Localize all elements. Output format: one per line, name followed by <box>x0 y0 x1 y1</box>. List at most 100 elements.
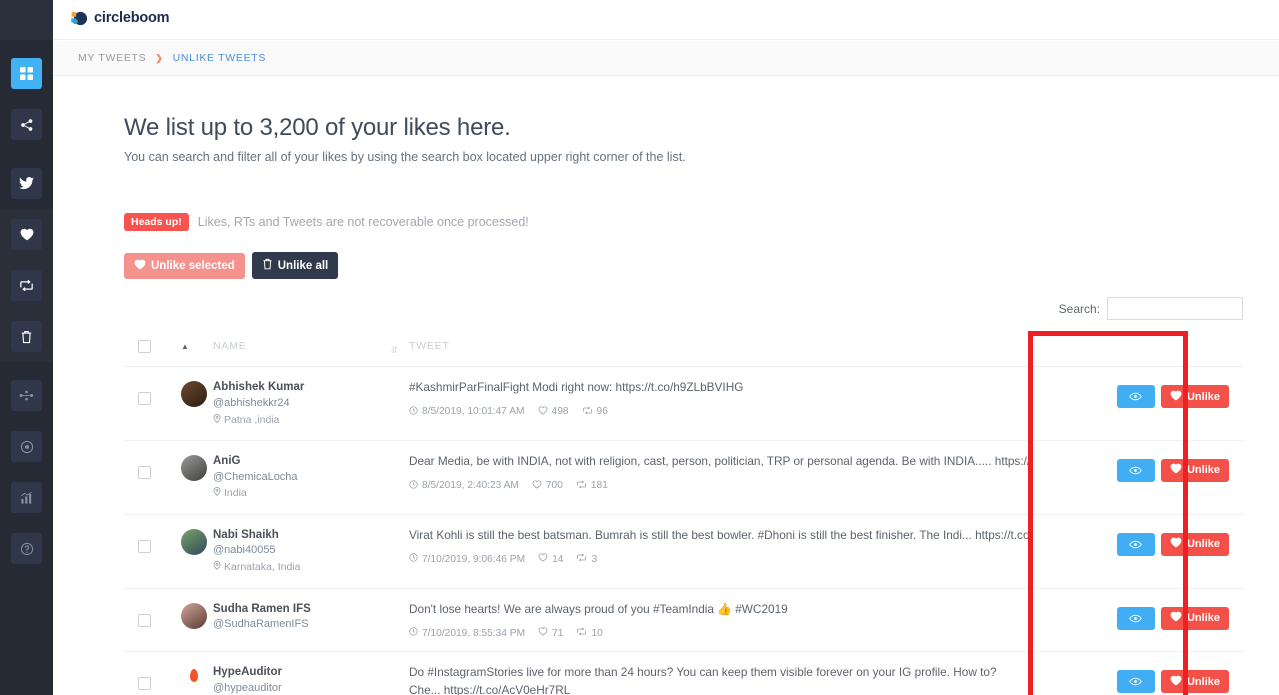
tweet-likes-count: 498 <box>551 406 569 418</box>
tweet-meta: 8/5/2019, 10:01:47 AM 498 96 <box>409 406 1029 418</box>
retweet-icon <box>11 270 42 301</box>
view-tweet-button[interactable] <box>1116 458 1155 482</box>
header-name-label: NAME <box>213 340 247 352</box>
user-location: Karnataka, India <box>213 559 409 575</box>
row-checkbox[interactable] <box>138 465 151 479</box>
avatar[interactable] <box>181 454 207 481</box>
user-name: Abhishek Kumar <box>213 381 305 393</box>
header-name[interactable]: NAME ⇵ <box>213 332 409 367</box>
unlike-row-button[interactable]: Unlike <box>1160 670 1229 694</box>
sidebar-item-target[interactable] <box>0 421 53 472</box>
view-tweet-button[interactable] <box>1116 532 1155 556</box>
app-root: circleboom MY TWEETS ❯ UNLIKE TWEETS We … <box>0 0 1279 695</box>
row-select-cell <box>124 514 181 589</box>
table-row: AniG @ChemicaLocha India Dear Media, be wit… <box>124 440 1243 515</box>
sidebar-group-twitter <box>0 150 53 209</box>
row-select-cell <box>124 440 181 515</box>
search-label: Search: <box>1058 301 1100 316</box>
breadcrumb: MY TWEETS ❯ UNLIKE TWEETS <box>53 41 1279 76</box>
row-checkbox[interactable] <box>138 677 151 691</box>
tweet-text: Don't lose hearts! We are always proud o… <box>409 601 788 616</box>
user-location: Patna ,india <box>213 412 409 428</box>
row-tweet-cell: Do #InstagramStories live for more than … <box>409 651 1029 695</box>
location-pin-icon <box>213 559 221 575</box>
sidebar-item-analytics[interactable] <box>0 472 53 523</box>
heart-icon <box>538 553 548 565</box>
twitter-bird-icon <box>11 168 42 199</box>
heart-icon <box>538 406 548 418</box>
row-avatar-cell <box>181 366 213 441</box>
sidebar-item-dashboard[interactable] <box>0 48 53 99</box>
row-select-cell <box>124 366 181 441</box>
table-head: ▲ NAME ⇵ TWEET <box>124 332 1243 367</box>
sidebar-item-help[interactable] <box>0 523 53 574</box>
brand-logo[interactable]: circleboom <box>69 8 170 28</box>
tweet-likes: 498 <box>538 406 569 418</box>
row-avatar-cell <box>181 588 213 653</box>
tweet-retweets: 3 <box>576 553 597 565</box>
header-select-all <box>124 332 181 367</box>
search-area: Search: <box>53 297 1279 320</box>
header-sort[interactable]: ▲ <box>181 332 213 367</box>
trash-icon <box>11 321 42 352</box>
unlike-row-button[interactable]: Unlike <box>1160 458 1229 482</box>
network-icon <box>11 380 42 411</box>
row-checkbox[interactable] <box>138 613 151 627</box>
row-checkbox[interactable] <box>138 392 151 405</box>
select-all-checkbox[interactable] <box>138 340 151 353</box>
view-tweet-button[interactable] <box>1116 670 1155 694</box>
unlike-row-label: Unlike <box>1186 675 1220 688</box>
unlike-row-label: Unlike <box>1186 464 1220 477</box>
bar-chart-icon <box>11 482 42 513</box>
user-handle[interactable]: @nabi40055 <box>213 543 409 559</box>
unlike-row-button[interactable]: Unlike <box>1160 606 1229 630</box>
page-header: We list up to 3,200 of your likes here. … <box>53 76 1279 164</box>
heart-icon <box>1170 537 1182 551</box>
row-actions-cell: Unlike <box>1029 651 1243 695</box>
unlike-selected-button[interactable]: Unlike selected <box>124 252 245 279</box>
tweet-retweets-count: 181 <box>590 480 608 492</box>
row-checkbox[interactable] <box>138 539 151 553</box>
row-tweet-cell: Virat Kohli is still the best batsman. B… <box>409 514 1029 589</box>
tweet-retweets: 181 <box>576 480 608 492</box>
sidebar-item-network[interactable] <box>0 370 53 421</box>
tweet-text: #KashmirParFinalFight Modi right now: ht… <box>409 380 744 394</box>
sidebar-item-twitter[interactable] <box>0 158 53 209</box>
user-location-text: India <box>224 487 247 500</box>
user-handle[interactable]: @ChemicaLocha <box>213 470 409 486</box>
view-tweet-button[interactable] <box>1116 385 1155 408</box>
avatar[interactable] <box>181 666 207 693</box>
unlike-all-button[interactable]: Unlike all <box>251 252 339 279</box>
header-tweet[interactable]: TWEET <box>409 332 1029 367</box>
user-handle[interactable]: @abhishekkr24 <box>213 396 409 412</box>
table-row: Abhishek Kumar @abhishekkr24 Patna ,india #… <box>124 366 1243 441</box>
breadcrumb-current[interactable]: UNLIKE TWEETS <box>173 52 267 64</box>
tweet-date: 7/10/2019, 9:06:46 PM <box>409 553 525 565</box>
avatar[interactable] <box>181 528 207 555</box>
row-avatar-cell <box>181 440 213 515</box>
sidebar-item-share[interactable] <box>0 99 53 150</box>
user-location: India <box>213 485 409 501</box>
sidebar-item-likes[interactable] <box>0 209 53 260</box>
unlike-row-button[interactable]: Unlike <box>1160 385 1229 408</box>
row-name-cell: Nabi Shaikh @nabi40055 Karnataka, India <box>213 514 409 589</box>
eye-icon <box>1129 537 1143 552</box>
sidebar-group-extra <box>0 362 53 574</box>
search-input[interactable] <box>1107 297 1243 320</box>
unlike-row-button[interactable]: Unlike <box>1160 532 1229 556</box>
sidebar-item-retweets[interactable] <box>0 260 53 311</box>
avatar[interactable] <box>181 602 207 629</box>
heart-icon <box>1170 463 1182 477</box>
user-handle[interactable]: @SudhaRamenIFS <box>213 617 409 633</box>
table-row: Nabi Shaikh @nabi40055 Karnataka, India Vir… <box>124 514 1243 589</box>
user-handle[interactable]: @hypeauditor <box>213 681 409 695</box>
breadcrumb-parent[interactable]: MY TWEETS <box>78 52 146 64</box>
sidebar-item-delete[interactable] <box>0 311 53 362</box>
view-tweet-button[interactable] <box>1116 606 1155 630</box>
heart-icon <box>1170 675 1182 689</box>
unlike-row-label: Unlike <box>1186 612 1220 625</box>
row-actions-cell: Unlike <box>1029 588 1243 653</box>
avatar[interactable] <box>181 381 207 407</box>
eye-icon <box>1129 611 1143 626</box>
heart-icon <box>1170 611 1182 625</box>
